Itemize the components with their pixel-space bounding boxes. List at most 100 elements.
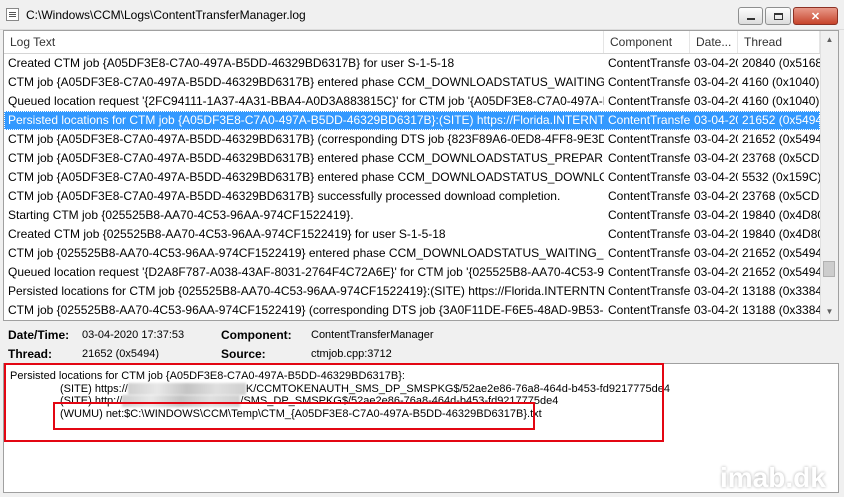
redacted-server-name [122, 395, 241, 408]
message-line-2: (SITE) https:// K/CCMTOKENAUTH_SMS_DP_SMS… [60, 383, 671, 396]
close-icon: ✕ [810, 10, 821, 23]
component-cell: ContentTransfe [608, 284, 690, 298]
date-cell: 03-04-20 [694, 303, 738, 317]
log-text-cell: CTM job {A05DF3E8-C7A0-497A-B5DD-46329BD… [8, 75, 604, 89]
table-row[interactable]: Persisted locations for CTM job {025525B… [4, 282, 820, 301]
log-text-cell: CTM job {A05DF3E8-C7A0-497A-B5DD-46329BD… [8, 151, 604, 165]
message-line-3-prefix: (SITE) http:// [60, 395, 123, 407]
date-cell: 03-04-20 [694, 246, 738, 260]
thread-cell: 21652 (0x5494 [742, 246, 820, 260]
column-header-component[interactable]: Component [604, 31, 690, 53]
log-file-icon [6, 8, 19, 21]
date-cell: 03-04-20 [694, 151, 738, 165]
minimize-icon [746, 18, 755, 20]
table-row[interactable]: Created CTM job {025525B8-AA70-4C53-96AA… [4, 225, 820, 244]
scroll-down-arrow-icon[interactable]: ▼ [821, 303, 838, 320]
log-text-cell: Starting CTM job {025525B8-AA70-4C53-96A… [8, 208, 354, 222]
component-cell: ContentTransfe [608, 303, 690, 317]
window-title: C:\Windows\CCM\Logs\ContentTransferManag… [26, 8, 306, 22]
thread-cell: 23768 (0x5CD8 [742, 189, 820, 203]
component-cell: ContentTransfe [608, 208, 690, 222]
date-cell: 03-04-20 [694, 170, 738, 184]
component-cell: ContentTransfe [608, 56, 690, 70]
thread-cell: 19840 (0x4D80 [742, 227, 820, 241]
table-row[interactable]: CTM job {A05DF3E8-C7A0-497A-B5DD-46329BD… [4, 149, 820, 168]
message-line-2-prefix: (SITE) https:// [60, 383, 128, 395]
thread-cell: 21652 (0x5494 [742, 113, 820, 127]
thread-label: Thread: [8, 347, 53, 361]
table-row[interactable]: Created CTM job {A05DF3E8-C7A0-497A-B5DD… [4, 54, 820, 73]
scroll-up-arrow-icon[interactable]: ▲ [821, 31, 838, 48]
minimize-button[interactable] [738, 7, 763, 25]
log-text-cell: Queued location request '{2FC94111-1A37-… [8, 94, 604, 108]
component-cell: ContentTransfe [608, 113, 690, 127]
component-cell: ContentTransfe [608, 94, 690, 108]
log-text-cell: Persisted locations for CTM job {A05DF3E… [8, 113, 604, 127]
date-cell: 03-04-20 [694, 208, 738, 222]
datetime-value: 03-04-2020 17:37:53 [82, 329, 185, 341]
thread-cell: 20840 (0x5168 [742, 56, 820, 70]
maximize-icon [773, 12, 783, 20]
log-text-cell: Created CTM job {A05DF3E8-C7A0-497A-B5DD… [8, 56, 455, 70]
date-cell: 03-04-20 [694, 284, 738, 298]
log-text-cell: Created CTM job {025525B8-AA70-4C53-96AA… [8, 227, 446, 241]
thread-cell: 4160 (0x1040) [742, 94, 820, 108]
table-row[interactable]: Queued location request '{2FC94111-1A37-… [4, 92, 820, 111]
thread-value: 21652 (0x5494) [82, 348, 160, 360]
thread-cell: 21652 (0x5494 [742, 132, 820, 146]
redacted-server-name [127, 383, 246, 396]
log-list[interactable]: Log Text Component Date... Thread Create… [3, 30, 839, 321]
table-row[interactable]: CTM job {A05DF3E8-C7A0-497A-B5DD-46329BD… [4, 73, 820, 92]
message-line-2-suffix: K/CCMTOKENAUTH_SMS_DP_SMSPKG$/52ae2e86-7… [245, 383, 671, 395]
close-button[interactable]: ✕ [793, 7, 838, 25]
date-cell: 03-04-20 [694, 56, 738, 70]
thread-cell: 21652 (0x5494 [742, 265, 820, 279]
table-row[interactable]: CTM job {A05DF3E8-C7A0-497A-B5DD-46329BD… [4, 187, 820, 206]
date-cell: 03-04-20 [694, 113, 738, 127]
maximize-button[interactable] [765, 7, 791, 25]
thread-cell: 13188 (0x3384 [742, 303, 820, 317]
table-row[interactable]: CTM job {A05DF3E8-C7A0-497A-B5DD-46329BD… [4, 130, 820, 149]
table-row[interactable]: CTM job {025525B8-AA70-4C53-96AA-974CF15… [4, 301, 820, 320]
log-text-cell: Persisted locations for CTM job {025525B… [8, 284, 604, 298]
column-header-log-text[interactable]: Log Text [4, 31, 604, 53]
source-value: ctmjob.cpp:3712 [311, 348, 392, 360]
component-cell: ContentTransfe [608, 189, 690, 203]
component-cell: ContentTransfe [608, 170, 690, 184]
date-cell: 03-04-20 [694, 189, 738, 203]
scrollbar-thumb[interactable] [823, 261, 835, 277]
table-row[interactable]: Queued location request '{D2A8F787-A038-… [4, 263, 820, 282]
component-cell: ContentTransfe [608, 132, 690, 146]
table-row-selected[interactable]: Persisted locations for CTM job {A05DF3E… [4, 111, 820, 130]
log-text-cell: CTM job {A05DF3E8-C7A0-497A-B5DD-46329BD… [8, 170, 604, 184]
component-value: ContentTransferManager [311, 329, 434, 341]
vertical-scrollbar[interactable]: ▲ ▼ [820, 31, 838, 320]
column-header-date[interactable]: Date... [690, 31, 738, 53]
component-cell: ContentTransfe [608, 151, 690, 165]
thread-cell: 19840 (0x4D80 [742, 208, 820, 222]
component-label: Component: [221, 328, 292, 342]
date-cell: 03-04-20 [694, 75, 738, 89]
component-cell: ContentTransfe [608, 75, 690, 89]
table-row[interactable]: CTM job {025525B8-AA70-4C53-96AA-974CF15… [4, 244, 820, 263]
component-cell: ContentTransfe [608, 265, 690, 279]
datetime-label: Date/Time: [8, 328, 70, 342]
log-text-cell: CTM job {025525B8-AA70-4C53-96AA-974CF15… [8, 246, 604, 260]
component-cell: ContentTransfe [608, 227, 690, 241]
watermark: imab.dk [720, 462, 826, 493]
column-header-thread[interactable]: Thread [738, 31, 820, 53]
log-text-cell: CTM job {A05DF3E8-C7A0-497A-B5DD-46329BD… [8, 132, 604, 146]
table-row[interactable]: Starting CTM job {025525B8-AA70-4C53-96A… [4, 206, 820, 225]
date-cell: 03-04-20 [694, 132, 738, 146]
table-row[interactable]: CTM job {A05DF3E8-C7A0-497A-B5DD-46329BD… [4, 168, 820, 187]
message-line-3-suffix: /SMS_DP_SMSPKG$/52ae2e86-76a8-464d-b453-… [240, 395, 559, 407]
log-text-cell: Queued location request '{D2A8F787-A038-… [8, 265, 604, 279]
thread-cell: 23768 (0x5CD8 [742, 151, 820, 165]
thread-cell: 5532 (0x159C) [742, 170, 820, 184]
title-bar: C:\Windows\CCM\Logs\ContentTransferManag… [0, 0, 844, 30]
message-pane[interactable]: Persisted locations for CTM job {A05DF3E… [3, 363, 839, 493]
source-label: Source: [221, 347, 266, 361]
date-cell: 03-04-20 [694, 265, 738, 279]
message-line-3: (SITE) http:// /SMS_DP_SMSPKG$/52ae2e86-7… [60, 395, 559, 408]
log-text-cell: CTM job {A05DF3E8-C7A0-497A-B5DD-46329BD… [8, 189, 561, 203]
